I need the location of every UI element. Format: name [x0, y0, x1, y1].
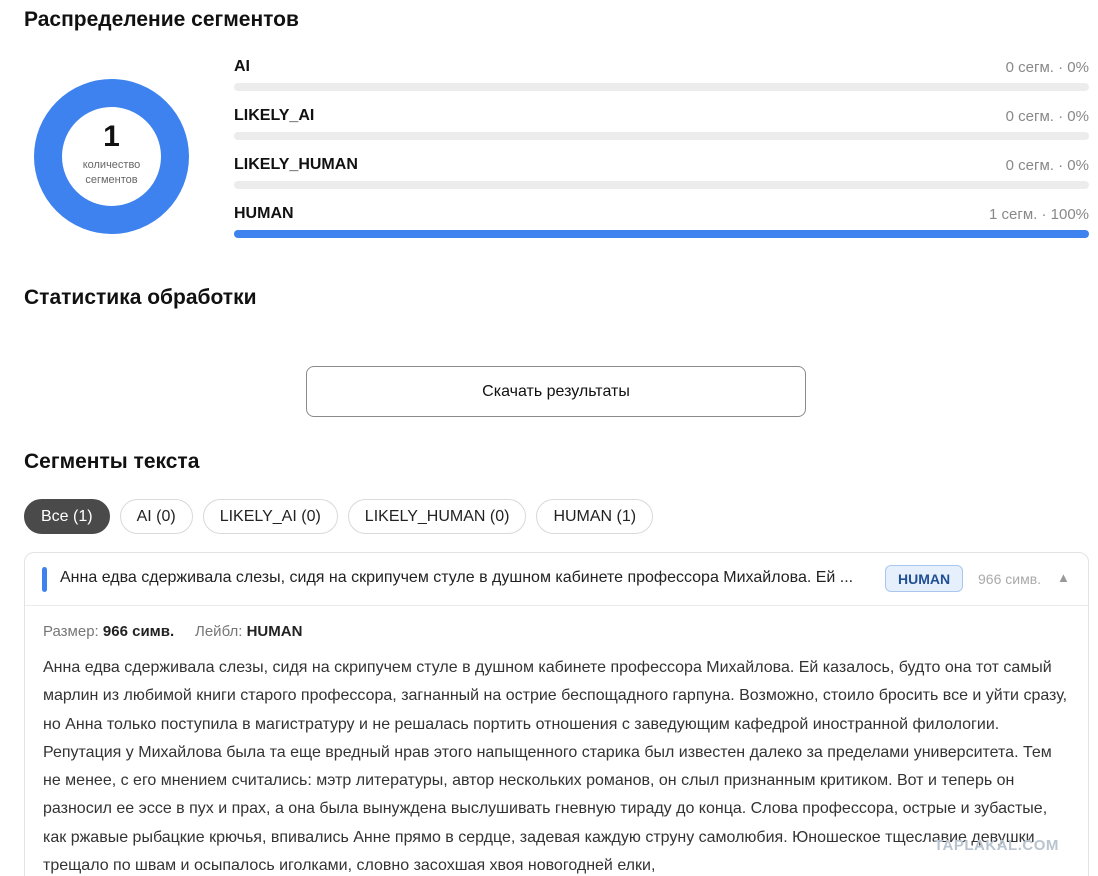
dist-track: [234, 181, 1089, 189]
dist-value: 0 сегм. · 0%: [1005, 59, 1089, 76]
meta-label-value: HUMAN: [246, 623, 303, 640]
donut-count: 1: [103, 119, 120, 153]
dist-row-likely-ai: LIKELY_AI 0 сегм. · 0%: [234, 107, 1089, 156]
segment-meta: Размер: 966 симв. Лейбл: HUMAN: [43, 623, 302, 640]
segment-card: Анна едва сдерживала слезы, сидя на скри…: [24, 552, 1089, 876]
dist-value: 1 сегм. · 100%: [989, 206, 1089, 223]
dist-track: [234, 230, 1089, 238]
distribution-title: Распределение сегментов: [24, 8, 299, 31]
segments-title: Сегменты текста: [24, 450, 200, 473]
dist-label: AI: [234, 58, 250, 75]
dist-value: 0 сегм. · 0%: [1005, 157, 1089, 174]
distribution-list: AI 0 сегм. · 0% LIKELY_AI 0 сегм. · 0% L…: [234, 58, 1089, 254]
segments-donut-chart: 1 количество сегментов: [34, 79, 189, 234]
dist-label: LIKELY_AI: [234, 107, 315, 124]
filter-human[interactable]: HUMAN (1): [536, 499, 654, 534]
filter-all[interactable]: Все (1): [24, 499, 110, 534]
filter-likely-ai[interactable]: LIKELY_AI (0): [202, 499, 338, 534]
segment-label-badge: HUMAN: [885, 565, 964, 592]
watermark: TAPLAKAL.COM: [934, 837, 1059, 854]
segment-preview: Анна едва сдерживала слезы, сидя на скри…: [60, 569, 854, 586]
download-results-button[interactable]: Скачать результаты: [306, 366, 806, 417]
filter-ai[interactable]: AI (0): [119, 499, 193, 534]
collapse-toggle-icon[interactable]: ▲: [1057, 570, 1070, 585]
donut-center: 1 количество сегментов: [34, 79, 189, 234]
meta-size-value: 966 симв.: [102, 623, 175, 640]
dist-track: [234, 83, 1089, 91]
stats-title: Статистика обработки: [24, 286, 257, 309]
dist-value: 0 сегм. · 0%: [1005, 108, 1089, 125]
dist-row-ai: AI 0 сегм. · 0%: [234, 58, 1089, 107]
meta-label-label: Лейбл:: [195, 623, 243, 640]
segment-color-marker: [42, 567, 47, 592]
segment-filters: Все (1) AI (0) LIKELY_AI (0) LIKELY_HUMA…: [24, 499, 654, 534]
dist-label: HUMAN: [234, 205, 294, 222]
segment-size: 966 симв.: [978, 571, 1042, 587]
dist-label: LIKELY_HUMAN: [234, 156, 358, 173]
dist-row-likely-human: LIKELY_HUMAN 0 сегм. · 0%: [234, 156, 1089, 205]
meta-size-label: Размер:: [43, 623, 99, 640]
donut-caption: количество сегментов: [82, 158, 141, 186]
dist-fill: [234, 230, 1089, 238]
segment-full-text: Анна едва сдерживала слезы, сидя на скри…: [43, 659, 1068, 875]
filter-likely-human[interactable]: LIKELY_HUMAN (0): [347, 499, 527, 534]
dist-track: [234, 132, 1089, 140]
segment-card-header[interactable]: Анна едва сдерживала слезы, сидя на скри…: [25, 553, 1088, 606]
dist-row-human: HUMAN 1 сегм. · 100%: [234, 205, 1089, 254]
